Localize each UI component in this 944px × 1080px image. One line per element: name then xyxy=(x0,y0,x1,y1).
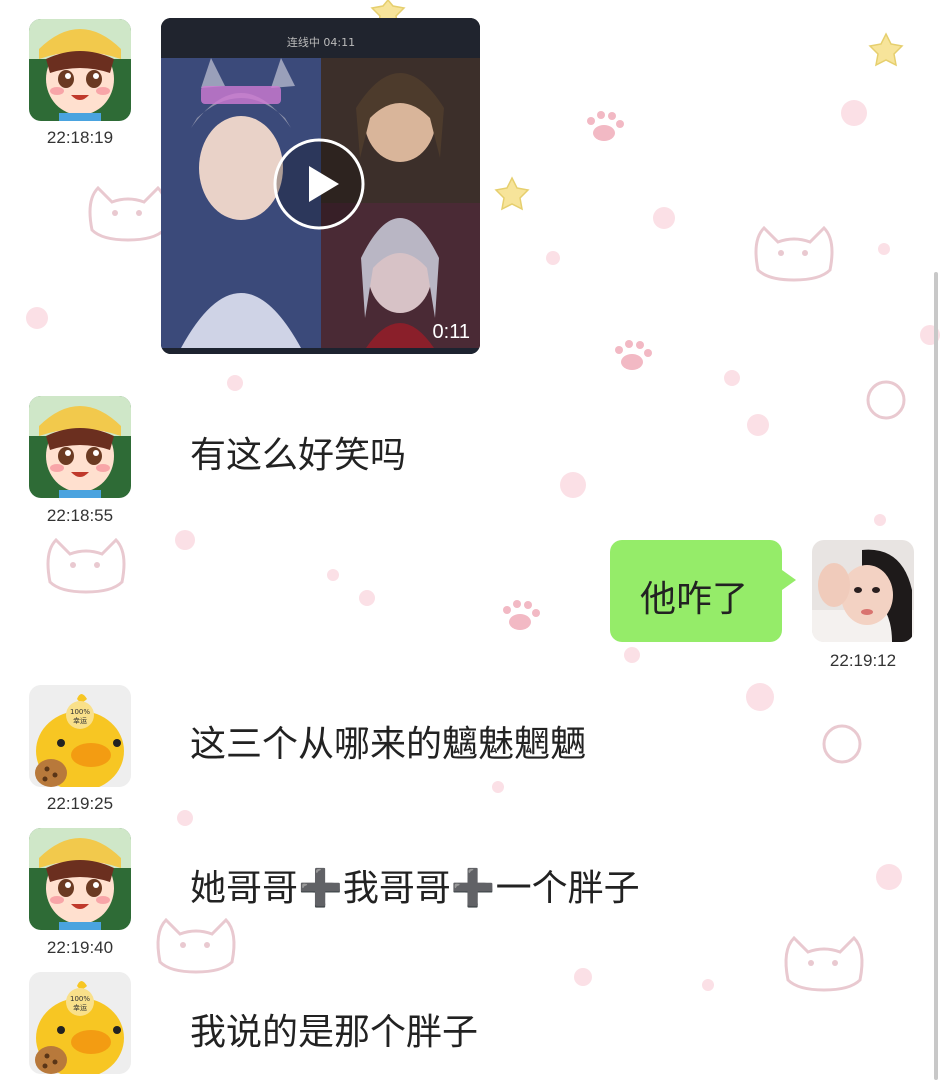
timestamp: 22:18:55 xyxy=(46,506,114,525)
timestamp: 22:18:19 xyxy=(46,128,114,147)
message-text: 他咋了 xyxy=(640,579,749,620)
duck-avatar-icon: 100% 幸运 xyxy=(29,972,131,1074)
duck-badge-bottom: 幸运 xyxy=(73,1004,87,1012)
duck-badge-bottom: 幸运 xyxy=(73,717,87,725)
play-icon xyxy=(273,138,365,230)
message-text[interactable]: 她哥哥➕我哥哥➕一个胖子 xyxy=(190,859,640,911)
boy-avatar-icon xyxy=(29,396,131,498)
avatar-duck[interactable]: 100% 幸运 xyxy=(29,685,131,787)
video-message[interactable]: 连线中 04:11 0:11 xyxy=(161,18,480,354)
live-status-label: 连线中 04:11 xyxy=(287,35,355,49)
boy-avatar-icon xyxy=(29,828,131,930)
message-text[interactable]: 我说的是那个胖子 xyxy=(190,1003,478,1055)
avatar-duck[interactable]: 100% 幸运 xyxy=(29,972,131,1074)
avatar-boy[interactable] xyxy=(29,396,131,498)
video-duration: 0:11 xyxy=(432,321,470,343)
play-button[interactable] xyxy=(273,138,365,230)
duck-badge-top: 100% xyxy=(70,708,90,716)
self-message-bubble[interactable]: 他咋了 xyxy=(610,540,796,642)
timestamp: 22:19:12 xyxy=(829,651,897,670)
duck-avatar-icon: 100% 幸运 xyxy=(29,685,131,787)
message-text[interactable]: 这三个从哪来的魑魅魍魉 xyxy=(190,715,586,767)
self-avatar-icon xyxy=(812,540,914,642)
avatar-self[interactable] xyxy=(812,540,914,642)
scrollbar[interactable] xyxy=(934,272,938,1080)
duck-badge-top: 100% xyxy=(70,995,90,1003)
timestamp: 22:19:40 xyxy=(46,938,114,957)
avatar-boy[interactable] xyxy=(29,828,131,930)
timestamp: 22:19:25 xyxy=(46,794,114,813)
message-text[interactable]: 有这么好笑吗 xyxy=(190,426,406,478)
chat-window: 22:18:19 连线中 04:11 0:11 22:18:55 有这么好笑吗 … xyxy=(0,0,944,1080)
boy-avatar-icon xyxy=(29,19,131,121)
avatar-boy[interactable] xyxy=(29,19,131,121)
